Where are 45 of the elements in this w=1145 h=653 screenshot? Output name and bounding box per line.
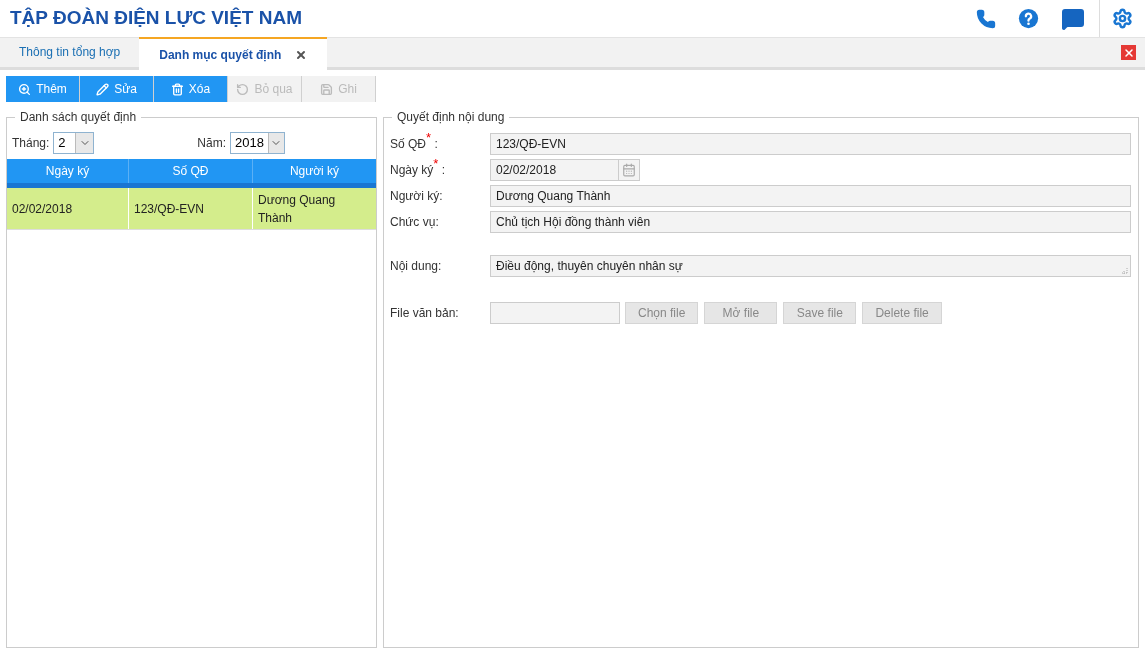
chat-icon[interactable] (1061, 6, 1085, 31)
year-label: Năm: (197, 135, 227, 152)
file-button[interactable]: Mở file (704, 302, 778, 324)
save-icon (320, 82, 334, 96)
field-label: Chức vụ: (390, 214, 440, 231)
edit-icon (96, 82, 110, 96)
table-cell-text: 02/02/2018 (12, 200, 73, 218)
text-area[interactable]: Điều động, thuyên chuyên nhân sự (490, 255, 1131, 277)
file-button[interactable]: Chọn file (625, 302, 699, 324)
table-cell-text: Dương Quang Thành (258, 191, 337, 227)
toolbar-button[interactable]: Xóa (154, 76, 228, 102)
file-button[interactable]: Delete file (862, 302, 942, 324)
year-select[interactable]: 2018 (230, 132, 286, 154)
column-header[interactable]: Số QĐ (129, 159, 253, 183)
column-header[interactable]: Người ký (253, 159, 376, 183)
tab[interactable]: Danh mục quyết định (139, 37, 328, 70)
panel-legend: Danh sách quyết định (15, 108, 142, 126)
file-field[interactable] (490, 302, 620, 324)
table-row[interactable]: 02/02/2018 123/QĐ-EVN Dương Quang Thành (7, 188, 376, 230)
text-field[interactable]: 123/QĐ-EVN (490, 133, 1131, 155)
field-label: File văn bản: (390, 305, 460, 322)
file-button[interactable]: Save file (783, 302, 857, 324)
app-title: TẬP ĐOÀN ĐIỆN LỰC VIỆT NAM (10, 6, 303, 31)
resize-grip-icon[interactable] (1122, 268, 1128, 274)
toolbar-button[interactable]: Sửa (80, 76, 154, 102)
field-label: Người ký: (390, 188, 444, 205)
text-field[interactable]: Chủ tịch Hội đồng thành viên (490, 211, 1131, 233)
help-icon[interactable] (1018, 8, 1039, 29)
undo-icon (236, 82, 250, 96)
month-label: Tháng: (12, 135, 50, 152)
month-select[interactable]: 2 (53, 132, 95, 154)
close-tab-icon[interactable] (295, 48, 308, 61)
field-label: Nội dung: (390, 258, 443, 275)
column-header[interactable]: Ngày ký (7, 159, 129, 183)
date-field[interactable]: 02/02/2018 (490, 159, 640, 181)
panel-legend: Quyết định nội dung (392, 108, 510, 126)
phone-icon[interactable] (976, 8, 996, 29)
add-icon (18, 82, 32, 96)
toolbar-button[interactable]: Thêm (6, 76, 80, 102)
tab[interactable]: Thông tin tổng hợp (0, 37, 140, 67)
close-icon[interactable] (1121, 45, 1136, 60)
text-field[interactable]: Dương Quang Thành (490, 185, 1131, 207)
settings-icon[interactable] (1112, 8, 1133, 29)
delete-icon (170, 82, 184, 96)
table-cell-text: 123/QĐ-EVN (134, 200, 205, 218)
